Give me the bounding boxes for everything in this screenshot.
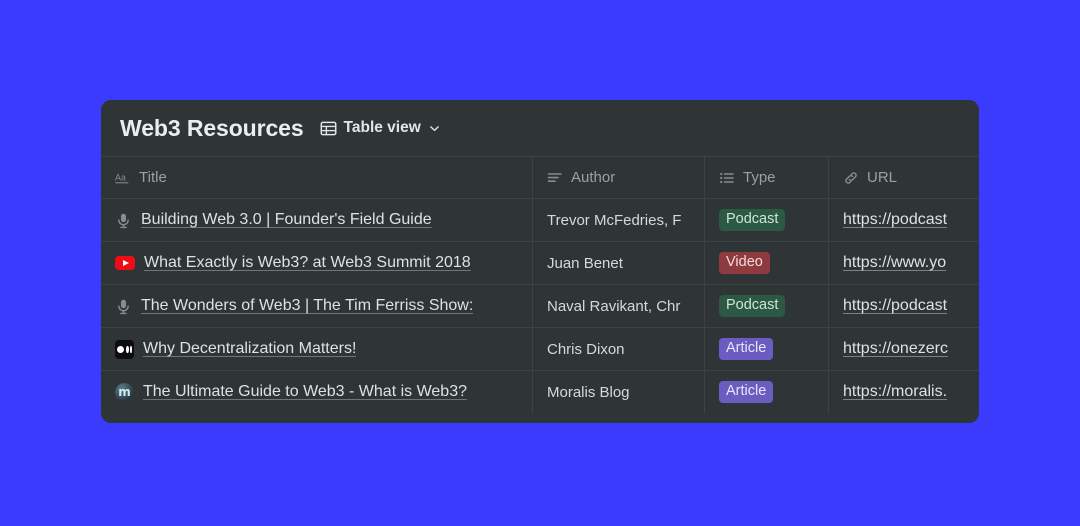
- cell-url[interactable]: https://www.yo: [829, 242, 979, 284]
- row-url-link[interactable]: https://onezerc: [843, 340, 948, 358]
- status-badge: Podcast: [719, 295, 786, 317]
- moralis-icon: m: [115, 382, 134, 402]
- cell-type[interactable]: Podcast: [705, 199, 829, 241]
- table-header-row: Aa Title Author Type URL: [101, 156, 979, 198]
- youtube-icon: [115, 256, 135, 270]
- status-badge: Article: [719, 381, 774, 403]
- microphone-icon: [115, 212, 132, 229]
- database-card: Web3 Resources Table view Aa Title Autho…: [101, 100, 979, 423]
- status-badge: Podcast: [719, 209, 786, 231]
- column-header-type-label: Type: [743, 169, 776, 186]
- status-badge: Article: [719, 338, 774, 360]
- medium-icon: [115, 339, 134, 359]
- status-badge: Video: [719, 252, 770, 274]
- row-title-link[interactable]: The Wonders of Web3 | The Tim Ferriss Sh…: [141, 297, 473, 315]
- table-row[interactable]: Building Web 3.0 | Founder's Field Guide…: [101, 198, 979, 241]
- row-url-link[interactable]: https://podcast: [843, 211, 947, 229]
- row-title-link[interactable]: The Ultimate Guide to Web3 - What is Web…: [143, 383, 467, 401]
- page-background: Web3 Resources Table view Aa Title Autho…: [0, 0, 1080, 526]
- column-header-author[interactable]: Author: [533, 157, 705, 198]
- resources-table: Aa Title Author Type URL Building Web 3.…: [101, 156, 979, 413]
- cell-author[interactable]: Juan Benet: [533, 242, 705, 284]
- text-lines-icon: [547, 170, 563, 186]
- table-row[interactable]: The Wonders of Web3 | The Tim Ferriss Sh…: [101, 284, 979, 327]
- bulleted-list-icon: [719, 170, 735, 186]
- cell-author[interactable]: Trevor McFedries, F: [533, 199, 705, 241]
- cell-title[interactable]: What Exactly is Web3? at Web3 Summit 201…: [101, 242, 533, 284]
- cell-type[interactable]: Video: [705, 242, 829, 284]
- row-url-link[interactable]: https://moralis.: [843, 383, 947, 401]
- column-header-type[interactable]: Type: [705, 157, 829, 198]
- cell-type[interactable]: Podcast: [705, 285, 829, 327]
- table-row[interactable]: What Exactly is Web3? at Web3 Summit 201…: [101, 241, 979, 284]
- table-grid-icon: [320, 120, 337, 137]
- cell-url[interactable]: https://podcast: [829, 199, 979, 241]
- microphone-icon: [115, 298, 132, 315]
- column-header-url[interactable]: URL: [829, 157, 979, 198]
- cell-url[interactable]: https://onezerc: [829, 328, 979, 370]
- row-title-link[interactable]: What Exactly is Web3? at Web3 Summit 201…: [144, 254, 471, 272]
- table-row[interactable]: Why Decentralization Matters! Chris Dixo…: [101, 327, 979, 370]
- row-url-link[interactable]: https://podcast: [843, 297, 947, 315]
- row-url-link[interactable]: https://www.yo: [843, 254, 946, 272]
- cell-author[interactable]: Naval Ravikant, Chr: [533, 285, 705, 327]
- cell-title[interactable]: Why Decentralization Matters!: [101, 328, 533, 370]
- column-header-author-label: Author: [571, 169, 616, 186]
- cell-title[interactable]: The Wonders of Web3 | The Tim Ferriss Sh…: [101, 285, 533, 327]
- view-switcher-table-view[interactable]: Table view: [320, 119, 441, 137]
- column-header-title[interactable]: Aa Title: [101, 157, 533, 198]
- cell-author[interactable]: Moralis Blog: [533, 371, 705, 413]
- cell-url[interactable]: https://podcast: [829, 285, 979, 327]
- cell-url[interactable]: https://moralis.: [829, 371, 979, 413]
- column-header-title-label: Title: [139, 169, 167, 186]
- chevron-down-icon: [428, 122, 441, 135]
- card-header: Web3 Resources Table view: [101, 100, 979, 156]
- cell-title[interactable]: Building Web 3.0 | Founder's Field Guide: [101, 199, 533, 241]
- cell-type[interactable]: Article: [705, 371, 829, 413]
- column-header-url-label: URL: [867, 169, 898, 186]
- table-row[interactable]: m The Ultimate Guide to Web3 - What is W…: [101, 370, 979, 413]
- row-title-link[interactable]: Building Web 3.0 | Founder's Field Guide: [141, 211, 432, 229]
- page-title: Web3 Resources: [120, 114, 304, 141]
- cell-author[interactable]: Chris Dixon: [533, 328, 705, 370]
- aa-text-icon: Aa: [115, 170, 131, 186]
- cell-type[interactable]: Article: [705, 328, 829, 370]
- svg-text:Aa: Aa: [115, 172, 126, 182]
- row-title-link[interactable]: Why Decentralization Matters!: [143, 340, 356, 358]
- cell-title[interactable]: m The Ultimate Guide to Web3 - What is W…: [101, 371, 533, 413]
- link-icon: [843, 170, 859, 186]
- view-switcher-label: Table view: [343, 119, 421, 136]
